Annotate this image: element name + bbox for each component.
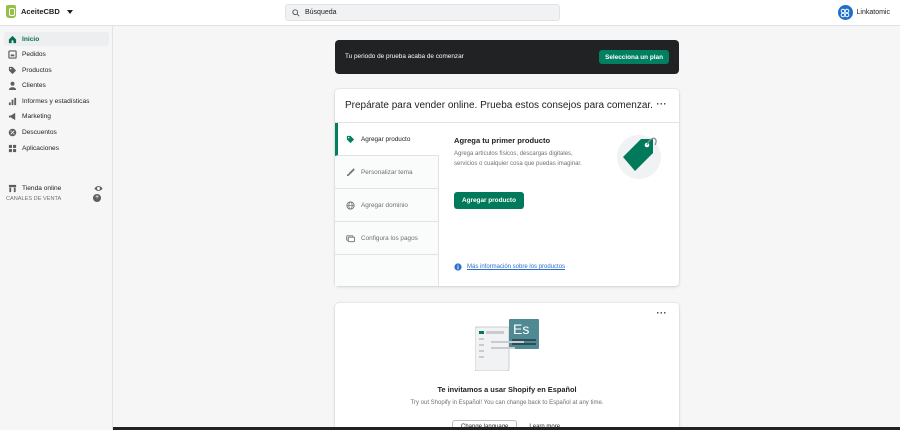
globe-icon	[346, 200, 355, 210]
sales-channels-title: CANALES DE VENTA	[6, 196, 62, 202]
sidebar-item-label: Aplicaciones	[22, 144, 60, 152]
tab-label: Agregar producto	[361, 135, 411, 143]
sidebar-item-marketing[interactable]: Marketing	[4, 109, 109, 123]
sidebar-item-label: Marketing	[22, 112, 51, 120]
sidebar-item-label: Pedidos	[22, 50, 46, 58]
pane-title: Agrega tu primer producto	[454, 136, 551, 145]
sidebar-item-label: Productos	[22, 66, 52, 74]
person-icon	[8, 81, 17, 90]
language-card: ··· Es Te invitamos a usar Shopify en Es…	[335, 303, 679, 430]
caret-down-icon	[66, 9, 73, 14]
top-bar: AceiteCBD Búsqueda Linkatomic	[0, 0, 900, 26]
product-tag-illustration	[617, 135, 661, 179]
tab-label: Personalizar tema	[361, 168, 413, 176]
learn-more-products-link[interactable]: Más información sobre los productos	[454, 263, 565, 271]
tab-label: Agregar dominio	[361, 201, 408, 209]
sidebar-item-clientes[interactable]: Clientes	[4, 78, 109, 92]
user-name: Linkatomic	[856, 9, 890, 16]
megaphone-icon	[8, 112, 16, 120]
add-product-button[interactable]: Agregar producto	[454, 192, 524, 209]
language-card-title: Te invitamos a usar Shopify en Español	[437, 385, 577, 394]
payment-icon	[346, 234, 355, 242]
tab-personalizar-tema[interactable]: Personalizar tema	[335, 156, 439, 189]
sidebar: Inicio Pedidos Productos Clientes Inform…	[0, 26, 113, 430]
home-icon	[8, 35, 17, 43]
search-input[interactable]: Búsqueda	[285, 4, 560, 21]
sidebar-item-inicio[interactable]: Inicio	[4, 32, 109, 46]
store-name: AceiteCBD	[21, 7, 60, 16]
bar-chart-icon	[8, 97, 17, 105]
eye-icon[interactable]	[94, 184, 103, 193]
info-icon	[454, 263, 462, 271]
orders-icon	[8, 49, 17, 59]
more-options-icon[interactable]: ···	[657, 309, 668, 318]
search-icon	[292, 8, 300, 17]
tab-configura-pagos[interactable]: Configura los pagos	[335, 222, 439, 255]
sidebar-item-informes[interactable]: Informes y estadísticas	[4, 94, 109, 108]
language-illustration: Es	[475, 319, 539, 371]
store-switcher[interactable]: AceiteCBD	[6, 5, 73, 18]
setup-tabs: Agregar producto Personalizar tema Agreg…	[335, 122, 439, 286]
avatar	[837, 5, 853, 20]
sidebar-item-tienda-online[interactable]: Tienda online	[4, 181, 109, 195]
more-options-icon[interactable]: ···	[657, 100, 668, 109]
search-placeholder: Búsqueda	[305, 9, 337, 16]
tab-agregar-dominio[interactable]: Agregar dominio	[335, 189, 439, 222]
sidebar-item-label: Informes y estadísticas	[22, 97, 90, 105]
sidebar-item-label: Inicio	[22, 35, 40, 43]
sidebar-item-aplicaciones[interactable]: Aplicaciones	[4, 141, 109, 155]
add-channel-icon[interactable]: +	[93, 194, 101, 202]
sidebar-item-productos[interactable]: Productos	[4, 63, 109, 77]
sidebar-item-label: Tienda online	[22, 184, 62, 192]
tab-pane: Agrega tu primer producto Agrega artícul…	[439, 122, 679, 286]
trial-banner: Tu periodo de prueba acaba de comenzar S…	[335, 40, 679, 74]
language-illustration-text: Es	[513, 321, 529, 337]
trial-banner-text: Tu periodo de prueba acaba de comenzar	[345, 53, 464, 60]
tab-agregar-producto[interactable]: Agregar producto	[335, 123, 439, 156]
language-card-description: Try out Shopify in Español! You can chan…	[410, 400, 604, 406]
apps-icon	[8, 144, 17, 152]
pane-description: Agrega artículos físicos, descargas digi…	[454, 151, 582, 167]
tag-icon	[8, 66, 17, 74]
setup-guide-title: Prepárate para vender online. Prueba est…	[345, 100, 653, 111]
user-menu[interactable]: Linkatomic	[837, 5, 890, 20]
tab-label: Configura los pagos	[361, 234, 418, 242]
store-icon	[8, 184, 17, 192]
setup-guide-card: Prepárate para vender online. Prueba est…	[335, 89, 679, 286]
shopify-logo-icon	[6, 5, 16, 18]
sidebar-item-pedidos[interactable]: Pedidos	[4, 47, 109, 61]
brush-icon	[346, 167, 355, 176]
sidebar-item-descuentos[interactable]: Descuentos	[4, 125, 109, 139]
select-plan-button[interactable]: Selecciona un plan	[599, 50, 669, 64]
sidebar-item-label: Clientes	[22, 81, 46, 89]
discount-icon	[8, 128, 17, 136]
sidebar-item-label: Descuentos	[22, 128, 57, 136]
avatar-icon	[840, 8, 850, 17]
tag-icon	[346, 135, 355, 143]
learn-more-products-text: Más información sobre los productos	[467, 264, 566, 270]
